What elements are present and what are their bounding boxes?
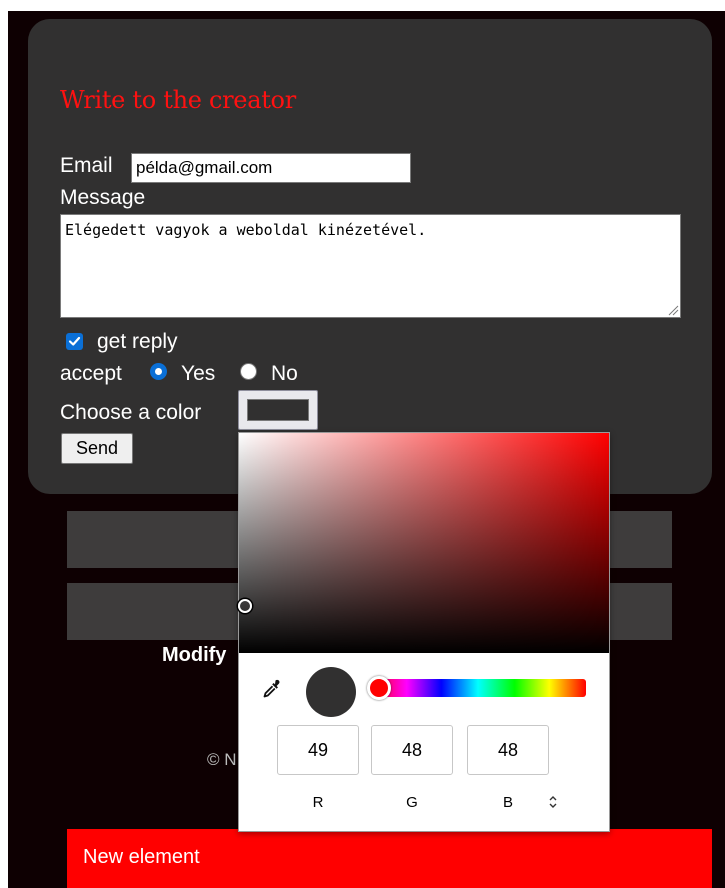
green-value-input[interactable]: 48: [371, 725, 453, 775]
blue-label: B: [502, 794, 513, 811]
modify-text[interactable]: Modify: [162, 644, 238, 667]
accept-label: accept: [60, 362, 122, 385]
choose-color-label: Choose a color: [60, 401, 202, 424]
copyright-text: © N: [207, 750, 237, 769]
page: Write to the creator Email Message Elége…: [0, 0, 725, 888]
saturation-value-area[interactable]: [238, 433, 609, 653]
current-color-preview: [306, 667, 356, 717]
hue-slider[interactable]: [370, 679, 586, 697]
checkmark-icon: [68, 336, 81, 346]
new-element-label: New element: [83, 846, 200, 868]
message-textarea[interactable]: Elégedett vagyok a weboldal kinézetével.: [60, 214, 681, 318]
eyedropper-icon[interactable]: [261, 678, 283, 700]
color-swatch: [247, 399, 309, 421]
email-label: Email: [60, 154, 113, 177]
color-picker-popup: 49 48 48 R G B: [238, 432, 610, 832]
get-reply-checkbox[interactable]: [66, 333, 83, 350]
message-label: Message: [60, 186, 146, 209]
red-label: R: [312, 794, 324, 811]
color-input-button[interactable]: [238, 390, 318, 430]
resize-grip-icon[interactable]: [667, 304, 679, 316]
email-field[interactable]: [131, 153, 411, 183]
blue-value-input[interactable]: 48: [467, 725, 549, 775]
format-toggle-icon[interactable]: [547, 794, 559, 810]
accept-no-radio[interactable]: [240, 363, 257, 380]
form-title: Write to the creator: [60, 86, 296, 114]
accept-yes-label: Yes: [181, 362, 216, 385]
green-label: G: [406, 794, 418, 811]
new-element-banner: New element: [67, 829, 712, 888]
saturation-value-handle[interactable]: [238, 599, 252, 613]
accept-yes-radio[interactable]: [150, 363, 167, 380]
accept-no-label: No: [271, 362, 298, 385]
send-button[interactable]: Send: [61, 433, 133, 464]
red-value-input[interactable]: 49: [277, 725, 359, 775]
get-reply-label: get reply: [97, 330, 178, 353]
hue-slider-handle[interactable]: [367, 676, 391, 700]
